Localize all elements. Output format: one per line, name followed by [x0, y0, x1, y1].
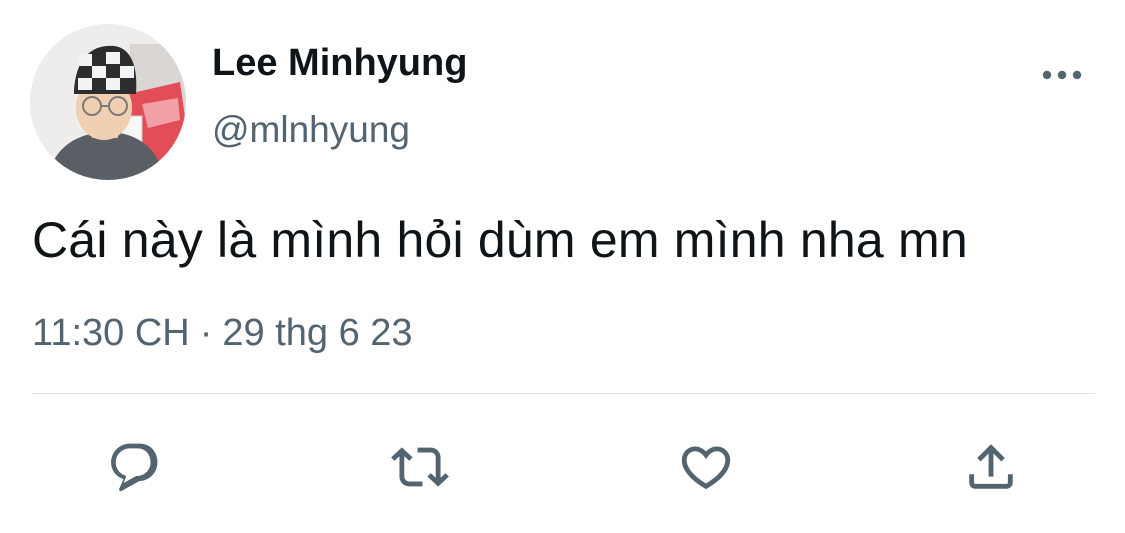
meta-separator: ·: [199, 312, 213, 354]
more-horizontal-icon: [1042, 70, 1082, 80]
reply-button[interactable]: [104, 436, 166, 498]
share-icon: [969, 444, 1013, 489]
reply-icon: [111, 443, 158, 492]
divider: [32, 393, 1095, 394]
tweet-text: Cái này là mình hỏi dùm em mình nha mn: [32, 212, 968, 268]
more-options-button[interactable]: [1036, 60, 1088, 90]
like-button[interactable]: [675, 436, 737, 498]
tweet-date[interactable]: 29 thg 6 23: [222, 312, 412, 354]
retweet-icon: [391, 447, 449, 487]
avatar-image: [30, 24, 186, 180]
retweet-button[interactable]: [389, 436, 451, 498]
author-name[interactable]: Lee Minhyung: [212, 40, 467, 86]
tweet-meta: 11:30 CH · 29 thg 6 23: [32, 310, 413, 356]
share-button[interactable]: [960, 436, 1022, 498]
author-handle[interactable]: @mlnhyung: [212, 108, 410, 152]
heart-icon: [681, 446, 731, 490]
tweet-time[interactable]: 11:30 CH: [32, 312, 190, 354]
avatar[interactable]: [30, 24, 186, 180]
